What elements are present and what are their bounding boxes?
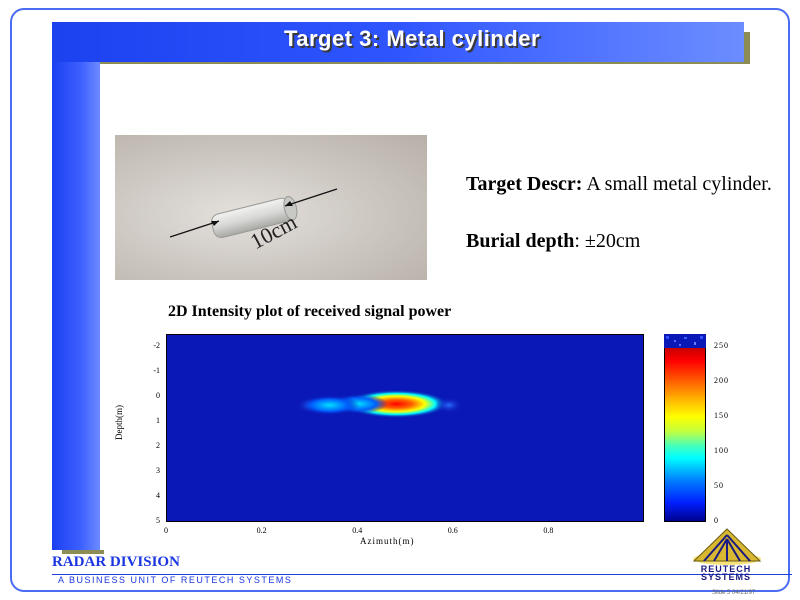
y-tick-label: 3 (156, 465, 160, 475)
colorbar-tick-label: 0 (714, 516, 719, 525)
logo-text: REUTECH SYSTEMS (686, 565, 766, 582)
colorbar-noise-icon (666, 336, 703, 346)
x-tick-label: 0.4 (352, 526, 363, 535)
colorbar (664, 334, 706, 522)
y-tick-label: 1 (156, 415, 160, 425)
x-tick-label: 0 (164, 526, 168, 535)
cylinder-illustration (169, 188, 338, 239)
colorbar-tick-label: 200 (714, 376, 729, 385)
left-band (52, 22, 100, 550)
heatmap-plot-area (166, 334, 644, 522)
depth-lead: Burial depth (466, 230, 575, 252)
reutech-logo-icon (692, 528, 762, 565)
logo-line2: SYSTEMS (700, 572, 751, 582)
x-tick-label: 0.2 (256, 526, 267, 535)
description-body: A small metal cylinder. (582, 173, 772, 195)
y-tick-label: -1 (153, 365, 160, 375)
colorbar-tick-label: 250 (714, 341, 729, 350)
y-tick-label: 4 (156, 490, 160, 500)
y-tick-label: 0 (156, 390, 160, 400)
description-lead: Target Descr: (466, 173, 583, 195)
x-tick-label: 0.6 (447, 526, 458, 535)
y-tick-label: 2 (156, 440, 160, 450)
footer-subtitle: A BUSINESS UNIT OF REUTECH SYSTEMS (58, 575, 293, 585)
colorbar-noise-strip (664, 334, 706, 348)
target-photo (115, 135, 427, 280)
slide-number: Slide 5 04/21/97 (712, 590, 756, 596)
burial-depth: Burial depth: ±20cm (466, 230, 786, 253)
depth-body: : ±20cm (574, 230, 641, 252)
colorbar-tick-label: 100 (714, 446, 729, 455)
heatmap-hotspot (435, 397, 464, 414)
slide-title: Target 3: Metal cylinder (283, 26, 541, 51)
y-axis-label: Depth(m) (114, 405, 124, 440)
colorbar-tick-label: 50 (714, 481, 724, 490)
heatmap-svg (296, 389, 464, 418)
x-tick-label: 0.8 (543, 526, 554, 535)
chart-title: 2D Intensity plot of received signal pow… (168, 303, 452, 320)
colorbar-tick-label: 150 (714, 411, 729, 420)
heatmap-hotspot (299, 395, 360, 416)
y-tick-label: -2 (153, 340, 160, 350)
footer-division: RADAR DIVISION (52, 554, 180, 570)
y-tick-label: 5 (156, 516, 160, 525)
x-axis-label: Azimuth(m) (360, 536, 415, 546)
target-description: Target Descr: A small metal cylinder. (466, 172, 786, 196)
